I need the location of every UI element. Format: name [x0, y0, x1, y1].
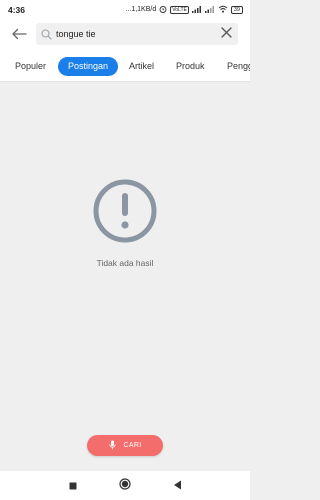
recents-button[interactable] [66, 479, 80, 493]
tab-populer[interactable]: Populer [15, 57, 46, 76]
tab-produk[interactable]: Produk [176, 57, 205, 76]
close-icon [220, 25, 232, 43]
clear-search-button[interactable] [214, 23, 238, 45]
triangle-back-icon [173, 477, 182, 495]
battery-icon: 39 [230, 5, 243, 14]
voice-search-button[interactable]: CARI [87, 435, 163, 456]
status-icons: ...1,1KB/d VoLTE 39 [125, 5, 243, 15]
alarm-icon [159, 5, 167, 15]
category-tabs: Populer Postingan Artikel Produk Penggun… [0, 53, 250, 82]
back-button[interactable] [0, 19, 38, 53]
arrow-left-icon [11, 27, 27, 45]
circle-icon [119, 477, 131, 495]
empty-message: Tidak ada hasil [96, 258, 154, 268]
square-icon [69, 477, 77, 495]
wifi-icon [218, 5, 228, 15]
microphone-icon [108, 440, 116, 452]
empty-state: Tidak ada hasil [0, 178, 250, 268]
tab-postingan[interactable]: Postingan [58, 57, 119, 76]
cari-label: CARI [123, 442, 142, 449]
signal-icon [191, 5, 202, 15]
tab-artikel[interactable]: Artikel [129, 57, 154, 76]
volte-icon: VoLTE [170, 5, 189, 14]
system-back-button[interactable] [170, 479, 184, 493]
system-nav-bar [0, 471, 250, 500]
status-bar: 4:36 ...1,1KB/d VoLTE 39 [0, 0, 250, 19]
search-header [0, 19, 250, 53]
search-box [36, 23, 238, 45]
tab-pengguna[interactable]: Pengguna [227, 57, 250, 76]
search-icon [36, 23, 56, 45]
signal-2-icon [204, 5, 215, 15]
status-time: 4:36 [8, 4, 26, 15]
exclamation-circle-icon [92, 178, 158, 244]
network-speed: ...1,1KB/d [125, 6, 157, 13]
home-button[interactable] [118, 477, 132, 495]
search-input[interactable] [56, 23, 214, 45]
